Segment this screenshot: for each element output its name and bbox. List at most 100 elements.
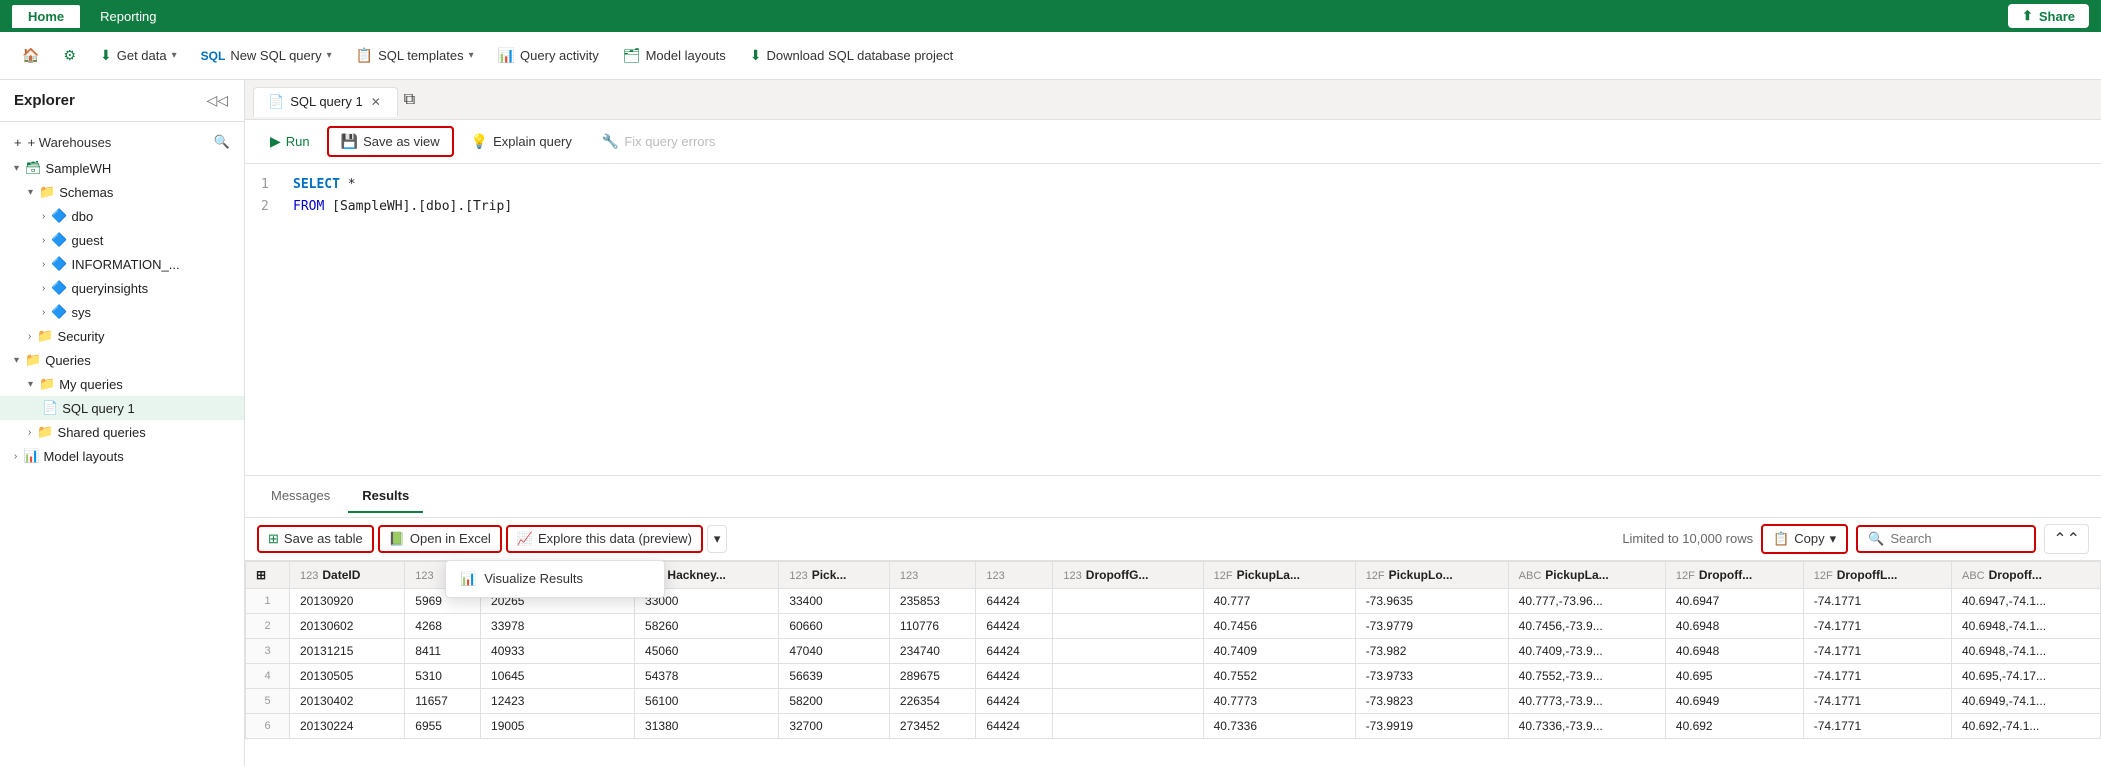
save-as-table-btn[interactable]: ⊞ Save as table <box>257 525 374 553</box>
query-activity-btn[interactable]: 📊 Query activity <box>488 41 609 70</box>
sidebar: Explorer ◁◁ + + Warehouses 🔍 ▾ 🗃 SampleW… <box>0 80 245 766</box>
get-data-chevron: ▾ <box>172 50 177 61</box>
query-tab-sqlquery1[interactable]: 📄 SQL query 1 ✕ <box>253 87 398 117</box>
new-sql-query-btn[interactable]: SQL New SQL query ▾ <box>191 42 342 69</box>
search-icon[interactable]: 🔍 <box>214 134 230 150</box>
home-icon-btn[interactable]: 🏠 <box>12 41 49 70</box>
sql-templates-btn[interactable]: 📋 SQL templates ▾ <box>346 41 484 70</box>
search-box[interactable]: 🔍 <box>1856 525 2036 553</box>
schema-icon: 🔷 <box>51 208 67 224</box>
fix-query-icon: 🔧 <box>602 133 619 150</box>
collapse-btn[interactable]: ⌃⌃ <box>2044 524 2089 554</box>
share-button[interactable]: ⬆ Share <box>2008 4 2089 28</box>
col-header-col6[interactable]: 123 <box>889 561 975 588</box>
tree-item-sqlquery1[interactable]: 📄 SQL query 1 <box>0 396 244 420</box>
more-options-btn[interactable]: ▾ <box>707 525 728 553</box>
add-warehouses-icon: + <box>14 135 22 150</box>
tree-item-queries[interactable]: ▾ 📁 Queries <box>0 348 244 372</box>
queries-folder-icon: 📁 <box>25 352 41 368</box>
add-warehouses-btn[interactable]: + + Warehouses 🔍 <box>0 128 244 156</box>
security-folder-icon: 📁 <box>37 328 53 344</box>
model-layouts-btn[interactable]: 🗂 Model layouts <box>613 41 736 70</box>
tree-item-modellayouts[interactable]: › 📊 Model layouts <box>0 444 244 468</box>
code-line-1: 1 SELECT * <box>261 174 2085 196</box>
col-header-PickupID[interactable]: 123Pick... <box>779 561 890 588</box>
sampleWH-chevron: ▾ <box>14 163 19 174</box>
schemas-chevron: ▾ <box>28 187 33 198</box>
new-tab-btn[interactable]: ⧉ <box>398 89 421 111</box>
home-icon: 🏠 <box>22 47 39 64</box>
results-right-actions: Limited to 10,000 rows 📋 Copy ▾ 🔍 ⌃⌃ <box>1622 524 2089 554</box>
col-header-rownum: ⊞ <box>246 561 290 588</box>
col-header-DateID[interactable]: 123DateID <box>290 561 405 588</box>
tab-results[interactable]: Results <box>348 480 423 513</box>
search-input[interactable] <box>1890 531 2024 546</box>
sidebar-title: Explorer <box>14 92 75 109</box>
save-as-view-btn[interactable]: 💾 Save as view <box>327 126 454 157</box>
sql-templates-icon: 📋 <box>356 47 373 64</box>
queryinsights-schema-icon: 🔷 <box>51 280 67 296</box>
security-chevron: › <box>28 331 31 342</box>
col-header-DropoffG[interactable]: 123DropoffG... <box>1053 561 1203 588</box>
information-chevron: › <box>42 259 45 270</box>
guest-schema-icon: 🔷 <box>51 232 67 248</box>
query-tab-close-btn[interactable]: ✕ <box>369 95 383 109</box>
sql-templates-chevron: ▾ <box>469 50 474 61</box>
fix-query-errors-btn[interactable]: 🔧 Fix query errors <box>589 127 728 156</box>
queryinsights-chevron: › <box>42 283 45 294</box>
tree-item-schemas[interactable]: ▾ 📁 Schemas <box>0 180 244 204</box>
download-sql-btn[interactable]: ⬇ Download SQL database project <box>740 41 963 70</box>
get-data-btn[interactable]: ⬇ Get data ▾ <box>90 41 187 70</box>
share-icon: ⬆ <box>2022 8 2033 24</box>
sys-chevron: › <box>42 307 45 318</box>
tree-item-sys[interactable]: › 🔷 sys <box>0 300 244 324</box>
tree-item-myqueries[interactable]: ▾ 📁 My queries <box>0 372 244 396</box>
tab-home[interactable]: Home <box>12 5 80 28</box>
tree-item-sharedqueries[interactable]: › 📁 Shared queries <box>0 420 244 444</box>
save-table-icon: ⊞ <box>268 531 279 547</box>
tab-reporting[interactable]: Reporting <box>84 5 172 28</box>
myqueries-chevron: ▾ <box>28 379 33 390</box>
results-toolbar: ⊞ Save as table 📗 Open in Excel 📈 Explor… <box>245 518 2101 561</box>
tab-messages[interactable]: Messages <box>257 480 344 513</box>
query-tab-icon: 📄 <box>268 94 284 110</box>
content-area: 📄 SQL query 1 ✕ ⧉ ▶ Run 💾 Save as view 💡… <box>245 80 2101 766</box>
table-row: 3201312158411409334506047040234740644244… <box>246 638 2101 663</box>
modellayouts-icon: 📊 <box>23 448 39 464</box>
limit-text: Limited to 10,000 rows <box>1622 531 1753 546</box>
get-data-icon: ⬇ <box>100 47 112 64</box>
warehouse-icon: 🗃 <box>25 160 42 176</box>
copy-btn[interactable]: 📋 Copy ▾ <box>1761 524 1848 554</box>
open-in-excel-btn[interactable]: 📗 Open in Excel <box>378 525 502 553</box>
col-header-DropoffL3[interactable]: ABCDropoff... <box>1951 561 2100 588</box>
results-tabs: Messages Results <box>245 476 2101 518</box>
download-sql-icon: ⬇ <box>750 47 762 64</box>
run-btn[interactable]: ▶ Run <box>257 127 323 156</box>
queries-chevron: ▾ <box>14 355 19 366</box>
col-header-PickupLa[interactable]: 12FPickupLa... <box>1203 561 1355 588</box>
settings-btn[interactable]: ⚙ <box>53 41 86 70</box>
tree-item-sampleWH[interactable]: ▾ 🗃 SampleWH <box>0 156 244 180</box>
col-header-PickupLo[interactable]: 12FPickupLo... <box>1355 561 1508 588</box>
col-header-col7[interactable]: 123 <box>976 561 1053 588</box>
excel-icon: 📗 <box>389 531 405 547</box>
tree-item-queryinsights[interactable]: › 🔷 queryinsights <box>0 276 244 300</box>
tree-item-information[interactable]: › 🔷 INFORMATION_... <box>0 252 244 276</box>
col-header-DropoffL[interactable]: 12FDropoff... <box>1665 561 1803 588</box>
col-header-DropoffL2[interactable]: 12FDropoffL... <box>1803 561 1951 588</box>
query-activity-icon: 📊 <box>498 47 515 64</box>
visualize-results-item[interactable]: 📊 Visualize Results <box>446 561 664 597</box>
tree-item-dbo[interactable]: › 🔷 dbo <box>0 204 244 228</box>
col-header-PickupLa2[interactable]: ABCPickupLa... <box>1508 561 1665 588</box>
sidebar-collapse-btn[interactable]: ◁◁ <box>204 90 230 111</box>
explain-query-btn[interactable]: 💡 Explain query <box>458 127 585 156</box>
code-editor[interactable]: 1 SELECT * 2 FROM [SampleWH].[dbo].[Trip… <box>245 164 2101 476</box>
copy-chevron: ▾ <box>1830 531 1837 547</box>
tree-item-guest[interactable]: › 🔷 guest <box>0 228 244 252</box>
explore-data-btn[interactable]: 📈 Explore this data (preview) <box>506 525 703 553</box>
tree-item-security[interactable]: › 📁 Security <box>0 324 244 348</box>
explain-query-icon: 💡 <box>471 133 488 150</box>
results-area: Messages Results ⊞ Save as table 📗 Open … <box>245 476 2101 766</box>
model-layouts-icon: 🗂 <box>623 47 641 64</box>
modellayouts-chevron: › <box>14 451 17 462</box>
